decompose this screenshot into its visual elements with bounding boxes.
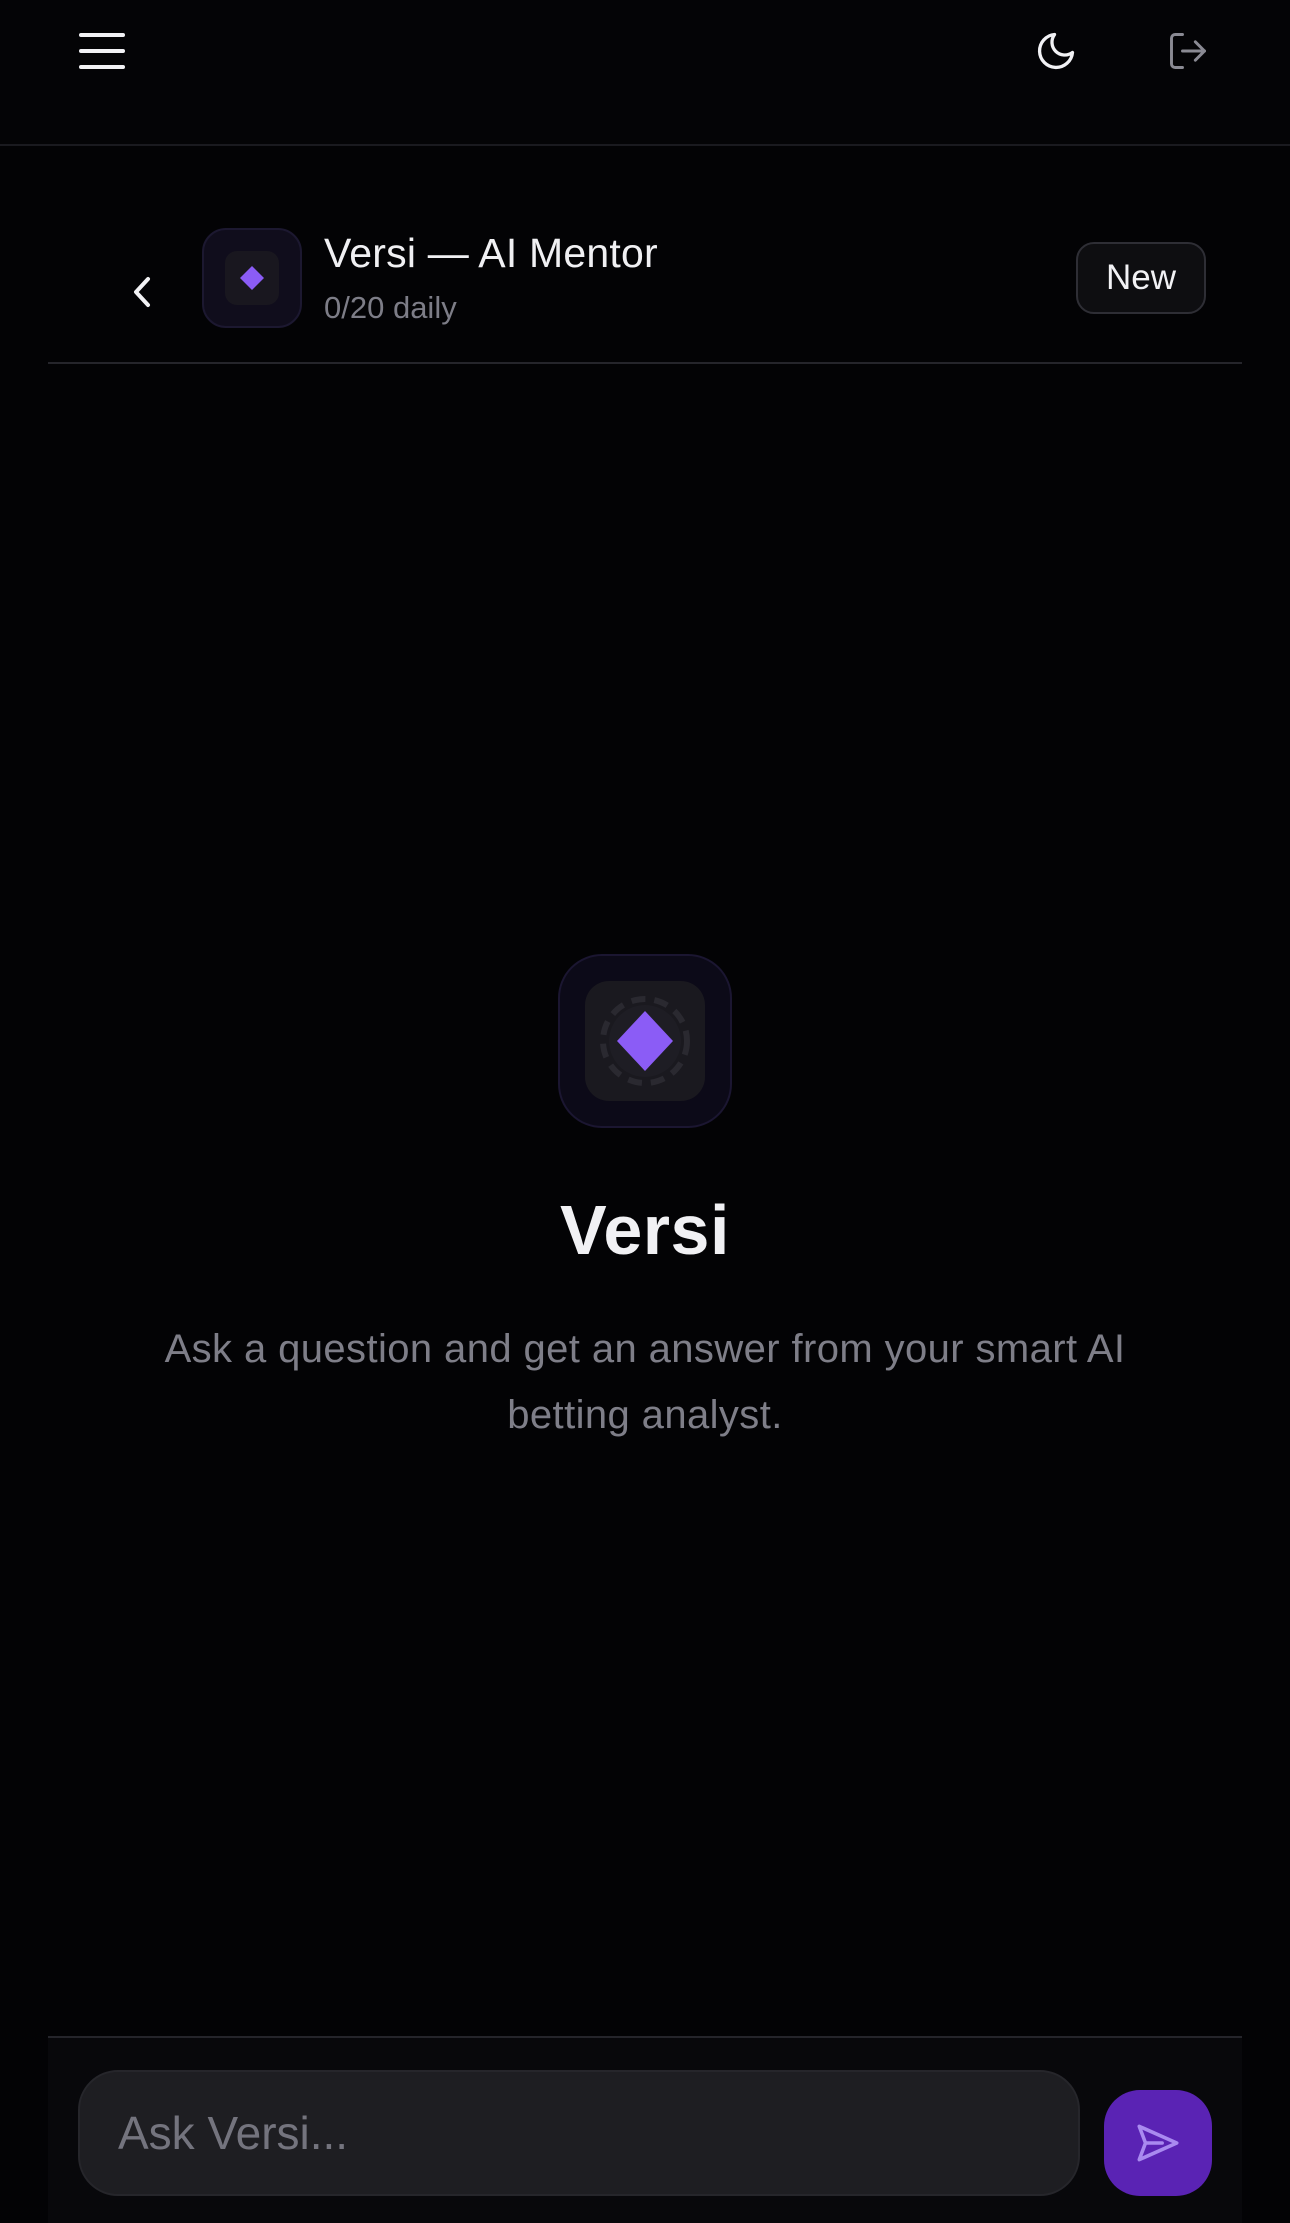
back-button[interactable] <box>112 252 172 332</box>
chat-title: Versi — AI Mentor <box>324 230 658 276</box>
moon-icon <box>1037 32 1075 70</box>
assistant-avatar <box>202 228 302 328</box>
chevron-left-icon <box>134 277 150 307</box>
diamond-icon <box>600 996 690 1086</box>
message-composer <box>48 2036 1242 2223</box>
send-icon <box>1137 2124 1179 2162</box>
send-button[interactable] <box>1104 2090 1212 2196</box>
theme-toggle-button[interactable] <box>1016 14 1096 88</box>
daily-usage-counter: 0/20 daily <box>324 290 457 325</box>
menu-button[interactable] <box>62 14 142 88</box>
message-input[interactable] <box>78 2070 1080 2196</box>
logout-icon <box>1170 33 1206 69</box>
logout-button[interactable] <box>1148 14 1228 88</box>
hero-title: Versi <box>560 1191 730 1269</box>
hero-avatar <box>558 954 732 1128</box>
top-bar <box>0 0 1290 146</box>
hamburger-menu-icon <box>79 33 125 69</box>
chat-header: Versi — AI Mentor 0/20 daily New <box>48 212 1242 364</box>
avatar-inner <box>225 251 279 305</box>
app-root: Versi — AI Mentor 0/20 daily New Versi A… <box>0 0 1290 2223</box>
diamond-icon <box>240 266 264 290</box>
new-chat-button[interactable]: New <box>1076 242 1206 314</box>
hero-description: Ask a question and get an answer from yo… <box>164 1327 1126 1437</box>
hero-avatar-inner <box>585 981 705 1101</box>
